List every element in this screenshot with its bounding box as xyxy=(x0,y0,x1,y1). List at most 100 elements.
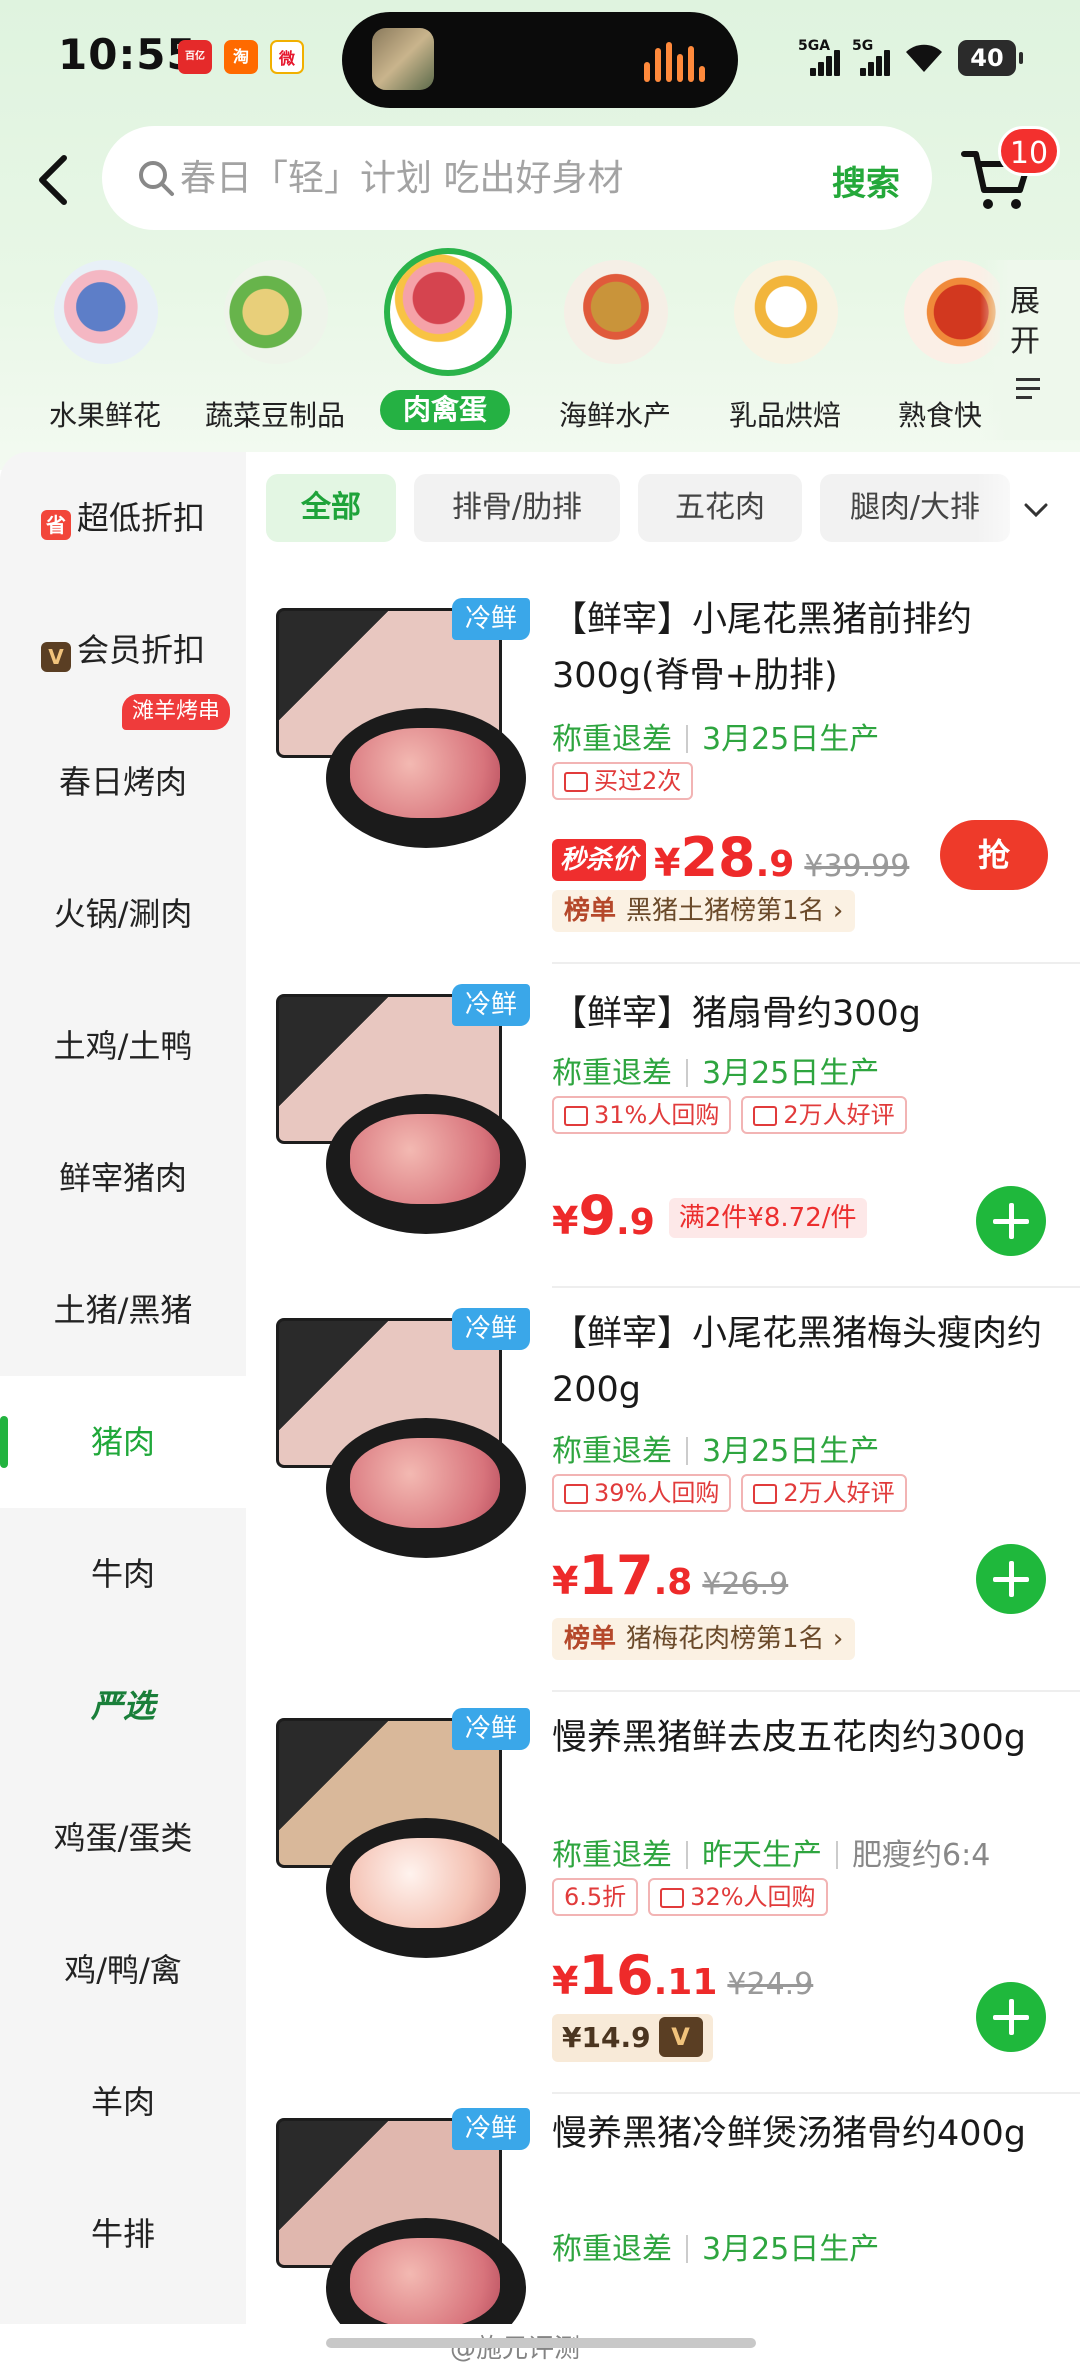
status-time: 10:55 xyxy=(58,30,197,79)
vegetable-icon xyxy=(224,260,328,364)
active-indicator xyxy=(0,1416,8,1468)
sidebar-item-pork[interactable]: 猪肉 xyxy=(0,1376,246,1508)
add-to-cart-button[interactable] xyxy=(976,1544,1046,1614)
divider xyxy=(552,1690,1080,1692)
sidebar-item-ultra-discount[interactable]: 省超低折扣 xyxy=(0,452,246,584)
ranking-tag[interactable]: 榜单 黑猪土猪榜第1名 › xyxy=(552,890,856,932)
chevron-down-icon[interactable] xyxy=(1022,496,1050,524)
home-indicator[interactable] xyxy=(326,2338,756,2348)
sidebar-item-beef[interactable]: 牛肉 xyxy=(0,1508,246,1640)
sidebar-item-eggs[interactable]: 鸡蛋/蛋类 xyxy=(0,1772,246,1904)
search-bar[interactable]: 搜索 xyxy=(102,126,932,230)
bought-before-tag: 买过2次 xyxy=(552,762,694,800)
category-seafood[interactable]: 海鲜水产 xyxy=(540,248,690,448)
product-title: 慢养黑猪鲜去皮五花肉约300g xyxy=(552,1718,1027,1758)
product-title: 【鲜宰】猪扇骨约300g xyxy=(552,994,922,1034)
product-tags: 31%人回购 2万人好评 xyxy=(552,1096,917,1134)
product-price: ¥16.11 ¥24.9 xyxy=(552,1944,814,2007)
category-row: 水果鲜花 蔬菜豆制品 肉禽蛋 海鲜水产 乳品烘焙 熟食快 xyxy=(30,248,1000,448)
category-vegetables[interactable]: 蔬菜豆制品 xyxy=(200,248,350,448)
category-dairy[interactable]: 乳品烘焙 xyxy=(710,248,860,448)
chilled-badge: 冷鲜 xyxy=(452,1708,530,1750)
original-price: ¥26.9 xyxy=(702,1567,789,1602)
cart-small-icon xyxy=(564,1484,588,1504)
signal-bars-1-icon xyxy=(810,50,844,76)
product-image[interactable]: 冷鲜 xyxy=(276,2108,530,2324)
search-input[interactable] xyxy=(180,148,800,208)
original-price: ¥24.9 xyxy=(727,1967,814,2002)
promo-tag: 滩羊烤串 xyxy=(122,694,231,730)
repurchase-tag: 39%人回购 xyxy=(552,1474,732,1512)
vip-badge-icon: V xyxy=(658,2017,703,2057)
grab-button[interactable]: 抢 xyxy=(940,820,1048,890)
product-meta: 称重退差 3月25日生产 xyxy=(552,1434,880,1469)
add-to-cart-button[interactable] xyxy=(976,1186,1046,1256)
product-price: ¥17.8 ¥26.9 xyxy=(552,1544,789,1607)
product-price: ¥9.9 满2件¥8.72/件 xyxy=(552,1184,867,1247)
filter-chip-pork-belly[interactable]: 五花肉 xyxy=(638,474,802,542)
product-meta: 称重退差 3月25日生产 xyxy=(552,1056,880,1091)
search-icon xyxy=(139,161,174,196)
sidebar-item-steak[interactable]: 牛排 xyxy=(0,2168,246,2300)
divider xyxy=(552,2092,1080,2094)
chilled-badge: 冷鲜 xyxy=(452,984,530,1026)
product-image[interactable]: 冷鲜 xyxy=(276,598,530,868)
product-tags: 39%人回购 2万人好评 xyxy=(552,1474,917,1512)
filter-bar: 全部 排骨/肋排 五花肉 腿肉/大排 xyxy=(246,452,1080,572)
category-sidebar: 省超低折扣 V 会员折扣 春日烤肉 火锅/涮肉 土鸡/土鸭 鲜宰猪肉 土猪/黑猪 … xyxy=(0,452,246,2324)
sidebar-item-chicken-duck[interactable]: 鸡/鸭/禽 xyxy=(0,1904,246,2036)
status-bar: 10:55 百亿 淘 微 5GA 5G 40 xyxy=(0,0,1080,120)
filter-chip-ribs[interactable]: 排骨/肋排 xyxy=(414,474,620,542)
expand-categories-button[interactable]: 展开 xyxy=(980,260,1080,440)
dynamic-island[interactable] xyxy=(342,12,738,108)
weibo-icon: 微 xyxy=(270,40,304,74)
sidebar-item-native-poultry[interactable]: 土鸡/土鸭 xyxy=(0,980,246,1112)
vip-badge-icon: V xyxy=(40,642,71,672)
sidebar-item-lamb[interactable]: 羊肉 xyxy=(0,2036,246,2168)
chevron-left-icon[interactable] xyxy=(30,150,80,210)
signal-bars-2-icon xyxy=(860,50,894,76)
category-meat-eggs[interactable]: 肉禽蛋 xyxy=(370,248,520,448)
product-price: 秒杀价 ¥28.9 ¥39.99 xyxy=(552,826,909,889)
app-icon-1: 百亿 xyxy=(178,40,212,74)
reviews-tag: 2万人好评 xyxy=(741,1474,907,1512)
sidebar-item-fresh-pork[interactable]: 鲜宰猪肉 xyxy=(0,1112,246,1244)
sidebar-item-hotpot[interactable]: 火锅/涮肉 xyxy=(0,848,246,980)
ranking-tag[interactable]: 榜单 猪梅花肉榜第1名 › xyxy=(552,1618,856,1660)
product-image[interactable]: 冷鲜 xyxy=(276,1708,530,1978)
seckill-badge: 秒杀价 xyxy=(552,839,647,881)
add-to-cart-button[interactable] xyxy=(976,1982,1046,2052)
repurchase-tag: 31%人回购 xyxy=(552,1096,732,1134)
product-meta: 称重退差 3月25日生产 xyxy=(552,2232,880,2267)
product-list: 冷鲜 【鲜宰】小尾花黑猪前排约300g(脊骨+肋排) 称重退差 3月25日生产 买… xyxy=(246,572,1080,2324)
product-image[interactable]: 冷鲜 xyxy=(276,984,530,1254)
cart-small-icon xyxy=(564,1106,588,1126)
media-thumbnail xyxy=(372,28,434,90)
product-meta: 称重退差 昨天生产 肥瘦约6:4 xyxy=(552,1838,991,1873)
wifi-icon xyxy=(906,44,942,72)
original-price: ¥39.99 xyxy=(804,849,910,884)
fruit-icon xyxy=(54,260,158,364)
filter-chip-all[interactable]: 全部 xyxy=(266,474,396,542)
menu-lines-icon xyxy=(1016,378,1040,405)
category-fruit[interactable]: 水果鲜花 xyxy=(30,248,180,448)
product-image[interactable]: 冷鲜 xyxy=(276,1308,530,1578)
sidebar-item-yanxuan[interactable]: 严选 xyxy=(0,1640,246,1772)
thumbs-up-icon xyxy=(753,1484,778,1504)
product-title: 慢养黑猪冷鲜煲汤猪骨约400g xyxy=(552,2114,1027,2154)
divider xyxy=(552,962,1080,964)
product-meta: 称重退差 3月25日生产 xyxy=(552,722,880,757)
cart-small-icon xyxy=(660,1888,685,1908)
product-tags: 买过2次 xyxy=(552,762,703,800)
sidebar-item-black-pork[interactable]: 土猪/黑猪 xyxy=(0,1244,246,1376)
product-title: 【鲜宰】小尾花黑猪前排约300g(脊骨+肋排) xyxy=(552,600,973,696)
vip-price-tag: ¥14.9 V xyxy=(552,2014,713,2062)
thumbs-up-icon xyxy=(753,1106,778,1126)
dairy-icon xyxy=(734,260,838,364)
seafood-icon xyxy=(564,260,668,364)
search-button[interactable]: 搜索 xyxy=(832,156,900,205)
sidebar-item-spring-bbq[interactable]: 春日烤肉 xyxy=(0,716,246,848)
battery-indicator: 40 xyxy=(958,40,1023,76)
chilled-badge: 冷鲜 xyxy=(452,1308,530,1350)
chilled-badge: 冷鲜 xyxy=(452,598,530,640)
